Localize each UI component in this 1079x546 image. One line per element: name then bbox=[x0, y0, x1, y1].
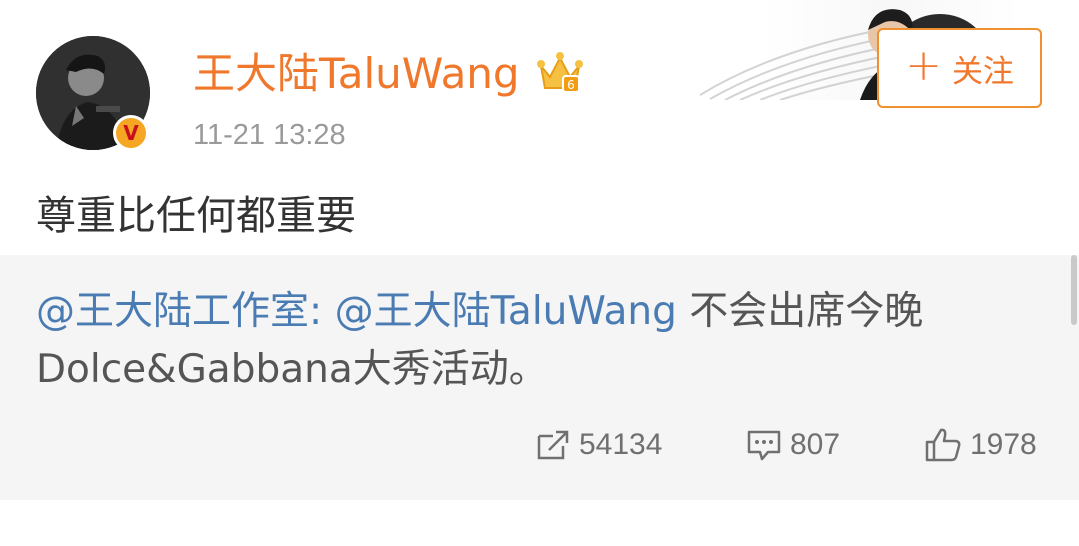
target-mention-link[interactable]: @王大陆TaluWang bbox=[335, 289, 677, 334]
comment-button[interactable]: 807 bbox=[746, 420, 840, 470]
verified-badge-icon: V bbox=[113, 115, 149, 151]
svg-text:6: 6 bbox=[567, 78, 575, 92]
like-count: 1978 bbox=[970, 428, 1037, 461]
reposted-content[interactable]: @王大陆工作室: @王大陆TaluWang 不会出席今晚Dolce&Gabban… bbox=[0, 255, 1079, 500]
follow-button-label: 关注 bbox=[951, 53, 1014, 90]
scrollbar[interactable] bbox=[1071, 255, 1077, 325]
post-text: 尊重比任何都重要 bbox=[36, 193, 356, 239]
reposted-text: @王大陆工作室: @王大陆TaluWang 不会出席今晚Dolce&Gabban… bbox=[36, 283, 1036, 399]
comment-icon bbox=[747, 430, 781, 461]
crown-icon: 6 bbox=[537, 52, 583, 93]
post-header: V 王大陆TaluWang 6 11-21 13:28 + 关注 尊重比任何都重… bbox=[0, 0, 1079, 255]
follow-button[interactable]: + 关注 bbox=[877, 28, 1042, 108]
username[interactable]: 王大陆TaluWang bbox=[193, 46, 520, 102]
like-button[interactable]: 1978 bbox=[924, 420, 1037, 470]
thumbs-up-icon bbox=[925, 428, 961, 462]
action-bar: 54134 807 1978 bbox=[0, 420, 1079, 470]
comment-count: 807 bbox=[790, 428, 841, 461]
author-mention-link[interactable]: @王大陆工作室 bbox=[36, 289, 309, 334]
post-timestamp: 11-21 13:28 bbox=[193, 119, 346, 151]
repost-button[interactable]: 54134 bbox=[535, 420, 662, 470]
share-icon bbox=[537, 430, 569, 460]
plus-icon: + bbox=[905, 40, 942, 91]
repost-count: 54134 bbox=[579, 428, 663, 461]
mention-separator: : bbox=[309, 289, 335, 334]
